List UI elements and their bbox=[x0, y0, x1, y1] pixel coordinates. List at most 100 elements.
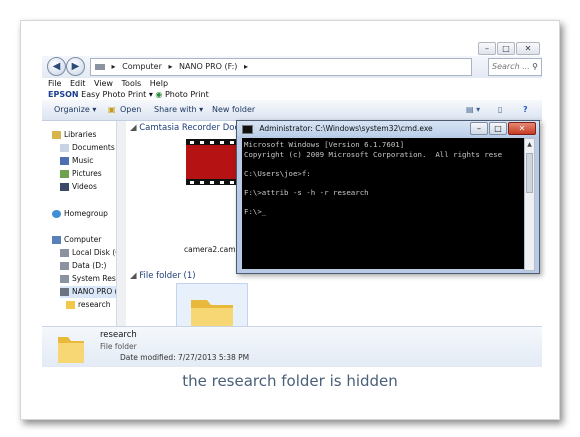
organize-button[interactable]: Organize ▾ bbox=[54, 100, 96, 120]
collapse-arrow-icon: ◢ bbox=[130, 123, 140, 133]
folder-icon bbox=[66, 301, 75, 309]
nav-videos[interactable]: Videos bbox=[60, 181, 97, 193]
back-button[interactable]: ◀ bbox=[47, 57, 66, 76]
help-icon[interactable]: ? bbox=[523, 100, 528, 120]
cmd-window[interactable]: Administrator: C:\Windows\system32\cmd.e… bbox=[236, 120, 540, 274]
preview-pane-icon[interactable]: ▯ bbox=[498, 100, 502, 120]
scroll-thumb[interactable] bbox=[526, 153, 533, 193]
nav-local-disk[interactable]: Local Disk (C bbox=[60, 247, 120, 259]
maximize-button[interactable]: □ bbox=[497, 42, 515, 55]
easy-photo-print-button[interactable]: Easy Photo Print bbox=[81, 90, 146, 99]
photo-print-button[interactable]: Photo Print bbox=[165, 90, 209, 99]
nav-label: NANO PRO (I bbox=[72, 287, 120, 296]
new-folder-button[interactable]: New folder bbox=[212, 100, 255, 120]
breadcrumb-separator: ▸ bbox=[168, 62, 173, 71]
drive-icon bbox=[60, 262, 69, 270]
address-field[interactable]: ▸ Computer ▸ NANO PRO (F:) ▸ bbox=[90, 58, 472, 76]
group-label: File folder (1) bbox=[139, 271, 196, 281]
nav-nano-pro[interactable]: NANO PRO (I bbox=[60, 286, 120, 298]
nav-label: Music bbox=[72, 156, 94, 165]
group-header-camtasia[interactable]: ◢ Camtasia Recorder Docu bbox=[130, 123, 245, 133]
photo-print-icon: ◉ bbox=[155, 90, 163, 99]
close-button[interactable]: ✕ bbox=[516, 42, 540, 55]
nav-label: research bbox=[78, 300, 111, 309]
console-line: Microsoft Windows [Version 6.1.7601] bbox=[244, 140, 405, 149]
forward-button[interactable]: ▶ bbox=[66, 57, 85, 76]
cmd-scrollbar[interactable]: ▲ bbox=[524, 138, 535, 271]
command-bar: Organize ▾ ▣ Open Share with ▾ New folde… bbox=[42, 100, 542, 121]
caption: the research folder is hidden bbox=[182, 372, 398, 390]
breadcrumb-computer[interactable]: Computer bbox=[122, 62, 162, 71]
epson-toolbar: EPSON Easy Photo Print ▾ ◉ Photo Print bbox=[42, 89, 542, 100]
details-name: research bbox=[100, 330, 137, 340]
nav-scrollbar[interactable] bbox=[116, 121, 126, 326]
nav-label: Homegroup bbox=[64, 209, 108, 218]
console-line: F:\>attrib -s -h -r research bbox=[244, 187, 369, 197]
dropdown-arrow-icon[interactable]: ▾ bbox=[149, 90, 153, 99]
nav-homegroup[interactable]: Homegroup bbox=[52, 208, 108, 220]
usb-drive-icon bbox=[60, 288, 69, 296]
menu-view[interactable]: View bbox=[94, 79, 113, 88]
search-icon: ⚲ bbox=[532, 62, 538, 71]
nav-music[interactable]: Music bbox=[60, 155, 93, 167]
camrec-thumbnail[interactable] bbox=[186, 139, 236, 185]
group-label: Camtasia Recorder Docu bbox=[139, 123, 245, 133]
nav-documents[interactable]: Documents bbox=[60, 142, 115, 154]
nav-libraries[interactable]: Libraries bbox=[52, 129, 96, 141]
open-button[interactable]: Open bbox=[120, 100, 141, 120]
breadcrumb-separator: ▸ bbox=[243, 62, 248, 71]
cmd-close-button[interactable]: ✕ bbox=[508, 122, 536, 135]
cmd-icon bbox=[242, 124, 253, 134]
documents-icon bbox=[60, 144, 69, 152]
nav-label: Documents bbox=[72, 143, 115, 152]
details-pane: research File folder Date modified: 7/27… bbox=[42, 326, 542, 367]
cmd-minimize-button[interactable]: – bbox=[470, 122, 488, 135]
cmd-console[interactable]: Microsoft Windows [Version 6.1.7601] Copy… bbox=[242, 138, 524, 269]
folder-icon bbox=[58, 337, 84, 363]
minimize-button[interactable]: – bbox=[478, 42, 496, 55]
nav-research[interactable]: research bbox=[66, 299, 110, 311]
nav-pictures[interactable]: Pictures bbox=[60, 168, 102, 180]
nav-label: Libraries bbox=[64, 130, 97, 139]
cmd-title: Administrator: C:\Windows\system32\cmd.e… bbox=[259, 124, 433, 133]
nav-label: Data (D:) bbox=[72, 261, 107, 270]
menu-bar: File Edit View Tools Help bbox=[42, 78, 542, 89]
cmd-titlebar[interactable]: Administrator: C:\Windows\system32\cmd.e… bbox=[237, 121, 539, 136]
console-line: F:\>_ bbox=[244, 207, 267, 217]
views-icon[interactable]: ▤ ▾ bbox=[466, 100, 480, 120]
share-with-button[interactable]: Share with ▾ bbox=[154, 100, 203, 120]
collapse-arrow-icon: ◢ bbox=[130, 271, 140, 281]
scroll-up-icon[interactable]: ▲ bbox=[526, 141, 533, 149]
menu-help[interactable]: Help bbox=[150, 79, 168, 88]
drive-icon bbox=[60, 275, 69, 283]
open-icon: ▣ bbox=[108, 105, 116, 114]
nav-label: Local Disk (C bbox=[72, 248, 121, 257]
menu-tools[interactable]: Tools bbox=[122, 79, 142, 88]
music-icon bbox=[60, 157, 69, 165]
group-header-file-folder[interactable]: ◢ File folder (1) bbox=[130, 271, 196, 281]
window-controls: – □ ✕ bbox=[477, 42, 540, 55]
homegroup-icon bbox=[52, 210, 61, 218]
cmd-maximize-button[interactable]: □ bbox=[489, 122, 507, 135]
search-input[interactable]: Search ... ⚲ bbox=[488, 58, 542, 76]
search-placeholder: Search ... bbox=[492, 62, 530, 71]
nav-system-reserved[interactable]: System Reser bbox=[60, 273, 123, 285]
menu-edit[interactable]: Edit bbox=[70, 79, 86, 88]
nav-data-d[interactable]: Data (D:) bbox=[60, 260, 106, 272]
libraries-icon bbox=[52, 131, 61, 139]
details-type: File folder bbox=[100, 342, 137, 351]
nav-label: Videos bbox=[72, 182, 97, 191]
epson-logo: EPSON bbox=[48, 90, 79, 99]
drive-icon bbox=[95, 63, 105, 70]
nav-computer[interactable]: Computer bbox=[52, 234, 101, 246]
explorer-titlebar: – □ ✕ bbox=[42, 42, 542, 56]
menu-file[interactable]: File bbox=[48, 79, 61, 88]
details-modified: Date modified: 7/27/2013 5:38 PM bbox=[120, 353, 250, 362]
nav-label: Computer bbox=[64, 235, 102, 244]
navigation-pane: Libraries Documents Music Pictures Video… bbox=[42, 121, 126, 326]
breadcrumb-drive[interactable]: NANO PRO (F:) bbox=[179, 62, 237, 71]
pictures-icon bbox=[60, 170, 69, 178]
